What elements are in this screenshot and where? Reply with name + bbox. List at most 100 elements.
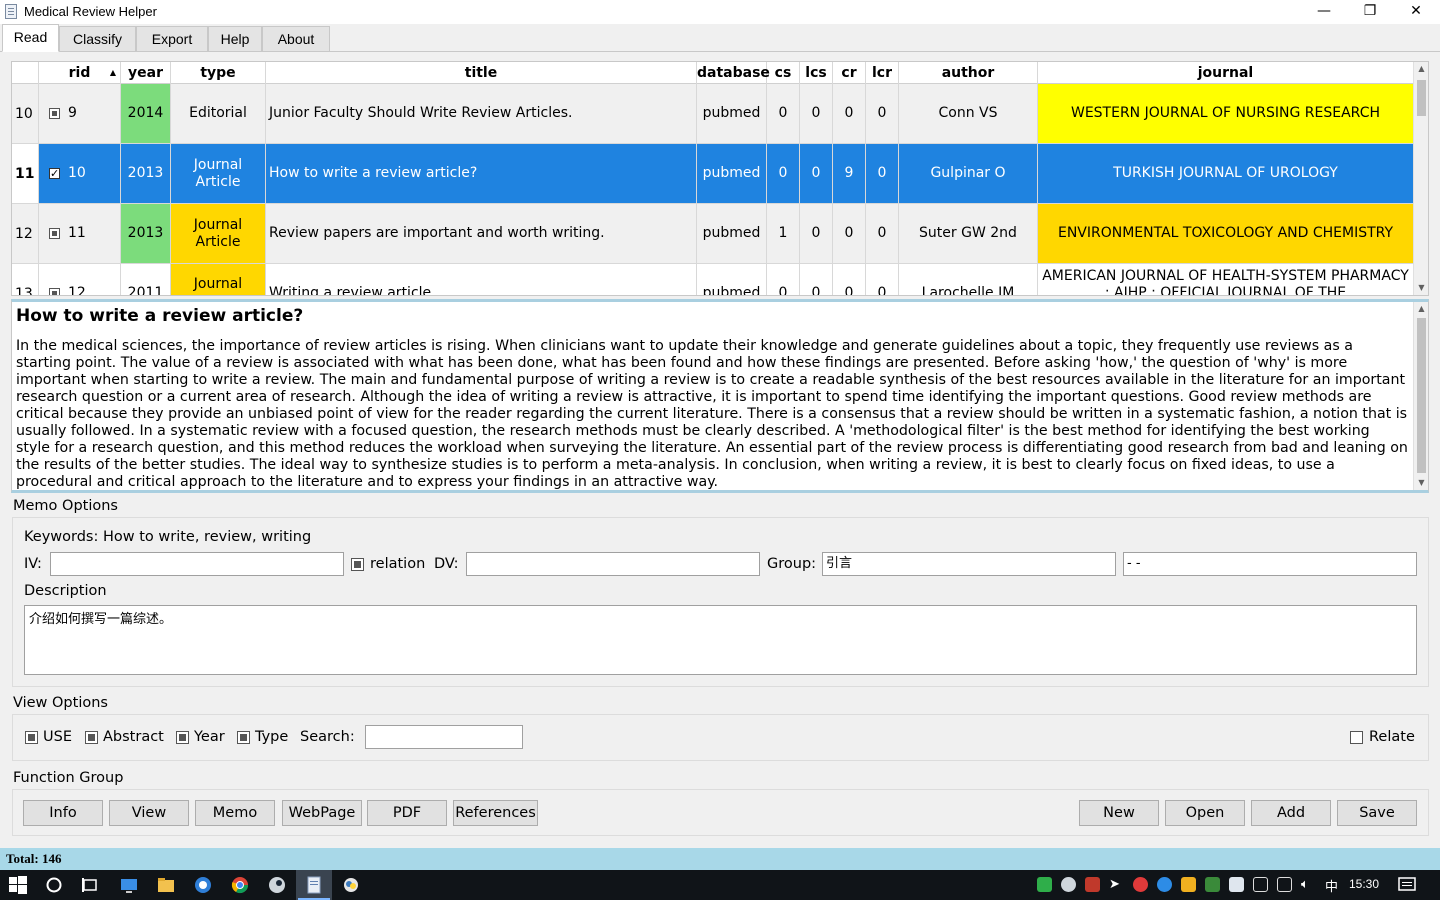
rid-cell[interactable]: 11 xyxy=(39,204,121,264)
journal-cell[interactable]: ENVIRONMENTAL TOXICOLOGY AND CHEMISTRY xyxy=(1038,204,1414,264)
abstract-panel[interactable]: How to write a review article? In the me… xyxy=(11,299,1429,493)
table-row[interactable]: 10 9 2014 Editorial Junior Faculty Should Wr… xyxy=(12,84,1414,144)
database-cell[interactable]: pubmed xyxy=(697,204,767,264)
type-cell[interactable]: Journal Article xyxy=(171,144,266,204)
task-view-icon[interactable] xyxy=(81,876,99,894)
lcs-cell[interactable]: 0 xyxy=(800,144,833,204)
rid-cell[interactable]: 12 xyxy=(39,264,121,295)
ime-indicator[interactable]: 中 xyxy=(1325,876,1338,895)
year-cell[interactable]: 2013 xyxy=(121,204,171,264)
scroll-thumb[interactable] xyxy=(1417,80,1426,116)
minimize-button[interactable]: — xyxy=(1301,0,1347,24)
journal-cell[interactable]: WESTERN JOURNAL OF NURSING RESEARCH xyxy=(1038,84,1414,144)
references-table[interactable]: rid ▲ year type title database cs lcs cr … xyxy=(11,61,1429,296)
row-number[interactable]: 12 xyxy=(12,204,39,264)
file-explorer-icon[interactable] xyxy=(157,876,175,894)
title-cell[interactable]: How to write a review article? xyxy=(266,144,697,204)
pdf-button[interactable]: PDF xyxy=(367,800,447,826)
type-checkbox[interactable] xyxy=(237,731,250,744)
journal-cell[interactable]: AMERICAN JOURNAL OF HEALTH-SYSTEM PHARMA… xyxy=(1038,264,1414,295)
tray-security-icon[interactable] xyxy=(1037,877,1052,892)
column-header-type[interactable]: type xyxy=(171,62,266,84)
author-cell[interactable]: Gulpinar O xyxy=(899,144,1038,204)
desktop-app-icon[interactable] xyxy=(120,876,138,894)
steam-icon[interactable] xyxy=(268,876,286,894)
table-row[interactable]: 13 12 2011 Journal Writing a review article p… xyxy=(12,264,1414,295)
lcs-cell[interactable]: 0 xyxy=(800,264,833,295)
restore-button[interactable]: ❐ xyxy=(1347,0,1393,24)
description-textarea[interactable]: 介绍如何撰写一篇综述。 xyxy=(24,605,1417,675)
column-header-cr[interactable]: cr xyxy=(833,62,866,84)
scroll-down-arrow-icon[interactable]: ▼ xyxy=(1414,281,1428,295)
tray-steam-icon[interactable] xyxy=(1061,877,1076,892)
taskbar-clock[interactable]: 15:30 xyxy=(1349,877,1379,891)
tray-app-icon[interactable] xyxy=(1085,877,1100,892)
new-button[interactable]: New xyxy=(1079,800,1159,826)
abstract-checkbox[interactable] xyxy=(85,731,98,744)
notification-center-icon[interactable] xyxy=(1398,876,1416,894)
tray-shield-icon[interactable] xyxy=(1181,877,1196,892)
medical-review-helper-taskbar-icon[interactable] xyxy=(305,876,323,894)
author-cell[interactable]: Larochelle JM xyxy=(899,264,1038,295)
row-use-checkbox[interactable] xyxy=(49,228,60,239)
chrome-icon[interactable] xyxy=(231,876,249,894)
column-header-lcr[interactable]: lcr xyxy=(866,62,899,84)
row-number[interactable]: 11 xyxy=(12,144,39,204)
tab-help[interactable]: Help xyxy=(208,26,262,52)
relate-checkbox[interactable] xyxy=(1350,731,1363,744)
tab-read[interactable]: Read xyxy=(2,24,59,52)
add-button[interactable]: Add xyxy=(1251,800,1331,826)
row-number[interactable]: 10 xyxy=(12,84,39,144)
cr-cell[interactable]: 0 xyxy=(833,84,866,144)
save-button[interactable]: Save xyxy=(1337,800,1417,826)
column-header-journal[interactable]: journal xyxy=(1038,62,1414,84)
relation-checkbox[interactable] xyxy=(351,558,364,571)
tray-nvidia-icon[interactable] xyxy=(1205,877,1220,892)
year-cell[interactable]: 2013 xyxy=(121,144,171,204)
rid-cell[interactable]: 10 xyxy=(39,144,121,204)
lcs-cell[interactable]: 0 xyxy=(800,84,833,144)
references-button[interactable]: References xyxy=(453,800,538,826)
close-button[interactable]: ✕ xyxy=(1393,0,1439,24)
type-cell[interactable]: Editorial xyxy=(171,84,266,144)
scroll-down-arrow-icon[interactable]: ▼ xyxy=(1414,476,1428,490)
lcr-cell[interactable]: 0 xyxy=(866,84,899,144)
cs-cell[interactable]: 1 xyxy=(767,204,800,264)
python-app-icon[interactable] xyxy=(342,876,360,894)
table-vertical-scrollbar[interactable]: ▲ ▼ xyxy=(1413,62,1428,295)
journal-cell[interactable]: TURKISH JOURNAL OF UROLOGY xyxy=(1038,144,1414,204)
tab-classify[interactable]: Classify xyxy=(59,26,136,52)
column-header-year[interactable]: year xyxy=(121,62,171,84)
cs-cell[interactable]: 0 xyxy=(767,144,800,204)
webpage-button[interactable]: WebPage xyxy=(282,800,362,826)
year-checkbox[interactable] xyxy=(176,731,189,744)
cr-cell[interactable]: 0 xyxy=(833,204,866,264)
row-use-checkbox[interactable] xyxy=(49,108,60,119)
column-header-lcs[interactable]: lcs xyxy=(800,62,833,84)
tray-telegram-icon[interactable]: ➤ xyxy=(1109,877,1124,892)
type-cell[interactable]: Journal Article xyxy=(171,204,266,264)
scroll-up-arrow-icon[interactable]: ▲ xyxy=(1414,302,1428,316)
dv-input[interactable] xyxy=(466,552,760,576)
column-header-database[interactable]: database xyxy=(697,62,770,84)
database-cell[interactable]: pubmed xyxy=(697,84,767,144)
database-cell[interactable]: pubmed xyxy=(697,264,767,295)
type-cell[interactable]: Journal xyxy=(171,264,266,295)
group-secondary-input[interactable]: - - xyxy=(1123,552,1417,576)
cs-cell[interactable]: 0 xyxy=(767,84,800,144)
tab-export[interactable]: Export xyxy=(136,26,208,52)
lcr-cell[interactable]: 0 xyxy=(866,264,899,295)
row-use-checkbox[interactable] xyxy=(49,288,60,295)
open-button[interactable]: Open xyxy=(1165,800,1245,826)
view-button[interactable]: View xyxy=(109,800,189,826)
tray-display-icon[interactable] xyxy=(1277,877,1292,892)
lcr-cell[interactable]: 0 xyxy=(866,144,899,204)
author-cell[interactable]: Conn VS xyxy=(899,84,1038,144)
tab-about[interactable]: About xyxy=(262,26,330,52)
year-cell[interactable]: 2011 xyxy=(121,264,171,295)
scroll-thumb[interactable] xyxy=(1417,318,1426,473)
database-cell[interactable]: pubmed xyxy=(697,144,767,204)
tray-network-icon[interactable] xyxy=(1253,877,1268,892)
info-button[interactable]: Info xyxy=(23,800,103,826)
scroll-up-arrow-icon[interactable]: ▲ xyxy=(1414,62,1428,76)
